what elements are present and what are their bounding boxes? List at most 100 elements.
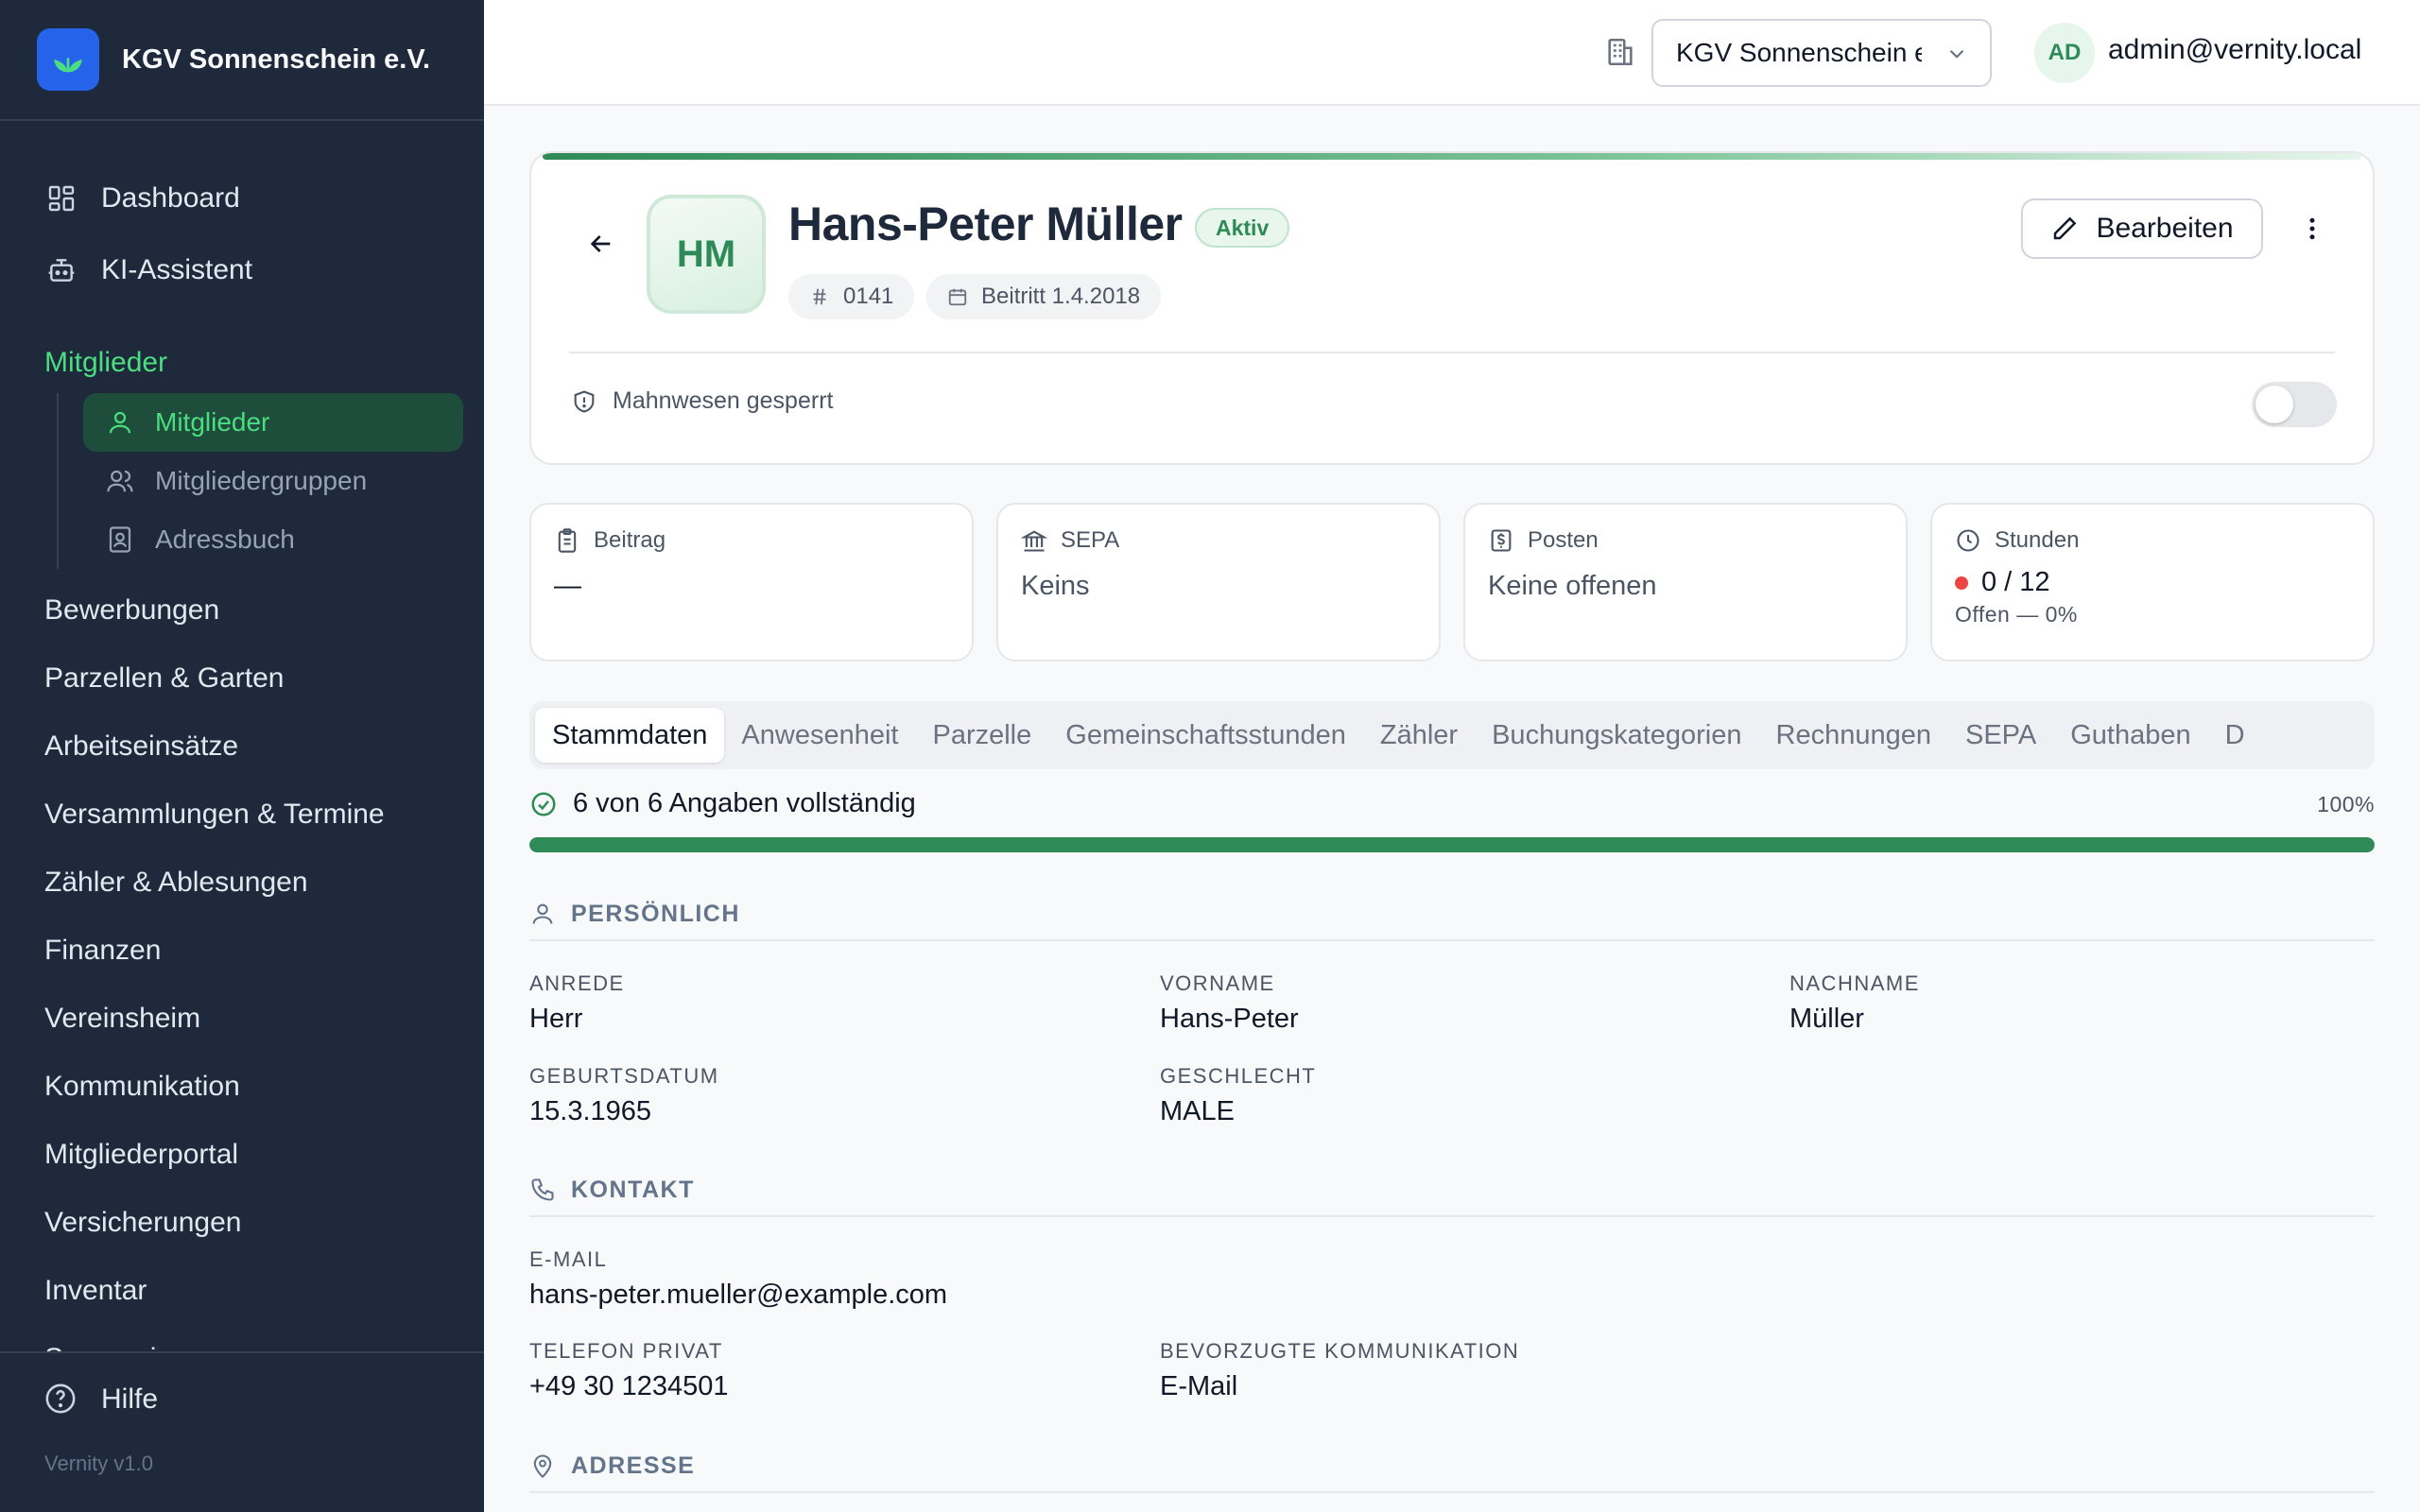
more-options-button[interactable] <box>2288 204 2337 253</box>
users-icon <box>104 465 136 497</box>
help-circle-icon <box>44 1383 78 1417</box>
completion-progress-bar <box>529 837 2375 852</box>
sidebar-item-inventar[interactable]: Inventar <box>0 1257 484 1325</box>
user-email[interactable]: admin@vernity.local <box>2108 34 2361 66</box>
card-divider <box>569 352 2335 353</box>
user-icon <box>104 406 136 438</box>
tab-overflow[interactable]: D <box>2208 708 2262 763</box>
field-label: E-MAIL <box>529 1247 608 1271</box>
dunning-label: Mahnwesen gesperrt <box>613 387 834 414</box>
brand: KGV Sonnenschein e.V. <box>0 0 484 121</box>
section-address-header: ADRESSE <box>529 1446 2375 1493</box>
edit-button[interactable]: Bearbeiten <box>2021 198 2263 259</box>
member-profile-card: HM Hans-Peter Müller Aktiv 0141 Beitritt… <box>529 151 2375 465</box>
stat-subtext: Offen — 0% <box>1955 602 2078 627</box>
field-value: 15.3.1965 <box>529 1096 652 1126</box>
field-label: BEVORZUGTE KOMMUNIKATION <box>1160 1339 1520 1363</box>
joined-date: Beitritt 1.4.2018 <box>981 284 1141 309</box>
tab-buchungskategorien[interactable]: Buchungskategorien <box>1475 708 1758 763</box>
organization-select-value: KGV Sonnenschein e.V. <box>1676 38 1922 67</box>
help-label: Hilfe <box>101 1383 159 1415</box>
sidebar-item-versicherungen[interactable]: Versicherungen <box>0 1189 484 1257</box>
clipboard-icon <box>554 527 580 554</box>
sidebar-group-mitglieder[interactable]: Mitglieder <box>0 333 484 393</box>
shield-icon <box>571 388 597 415</box>
sidebar-list: Bewerbungen Parzellen & Garten Arbeitsei… <box>0 569 484 1351</box>
stat-value: — <box>554 571 581 601</box>
sidebar-item-bewerbungen[interactable]: Bewerbungen <box>0 576 484 644</box>
field-bevorzugte-kommunikation: BEVORZUGTE KOMMUNIKATION E-Mail <box>1160 1339 1519 1402</box>
stat-title: Posten <box>1528 527 1599 553</box>
dunning-toggle[interactable] <box>2252 382 2337 427</box>
field-nachname: NACHNAME Müller <box>1789 971 1920 1035</box>
completion-percent: 100% <box>2317 792 2375 816</box>
section-contact-header: KONTAKT <box>529 1170 2375 1217</box>
tab-anwesenheit[interactable]: Anwesenheit <box>724 708 915 763</box>
sidebar-item-label: Dashboard <box>101 182 240 214</box>
sidebar-item-label: KI-Assistent <box>101 254 253 285</box>
stat-card-beitrag[interactable]: Beitrag — <box>529 503 974 662</box>
tab-stammdaten[interactable]: Stammdaten <box>535 708 725 763</box>
sidebar-item-mitglieder[interactable]: Mitglieder <box>83 393 463 452</box>
tab-guthaben[interactable]: Guthaben <box>2053 708 2207 763</box>
joined-chip: Beitritt 1.4.2018 <box>926 274 1162 319</box>
stat-card-sepa[interactable]: SEPA Keins <box>996 503 1441 662</box>
sidebar-item-kommunikation[interactable]: Kommunikation <box>0 1053 484 1121</box>
field-label: NACHNAME <box>1789 971 1920 995</box>
sidebar-item-ki-assistent[interactable]: KI-Assistent <box>0 234 484 306</box>
field-value[interactable]: +49 30 1234501 <box>529 1371 728 1402</box>
tab-rechnungen[interactable]: Rechnungen <box>1759 708 1948 763</box>
app-version: Vernity v1.0 <box>44 1452 153 1475</box>
section-title: PERSÖNLICH <box>571 900 740 927</box>
field-value: E-Mail <box>1160 1371 1238 1401</box>
status-dot-red <box>1955 576 1968 591</box>
sidebar-item-parzellen[interactable]: Parzellen & Garten <box>0 644 484 713</box>
tab-gemeinschaftsstunden[interactable]: Gemeinschaftsstunden <box>1048 708 1363 763</box>
sidebar-item-mitgliederportal[interactable]: Mitgliederportal <box>0 1121 484 1189</box>
building-icon <box>1604 36 1638 70</box>
sidebar-item-sponsoring[interactable]: Sponsoring <box>0 1325 484 1351</box>
user-avatar[interactable]: AD <box>2034 23 2095 83</box>
tab-parzelle[interactable]: Parzelle <box>915 708 1048 763</box>
sidebar-item-zaehler[interactable]: Zähler & Ablesungen <box>0 849 484 917</box>
help-link[interactable]: Hilfe <box>0 1359 484 1440</box>
tab-zaehler[interactable]: Zähler <box>1363 708 1475 763</box>
field-label: ANREDE <box>529 971 625 995</box>
pencil-icon <box>2050 215 2079 243</box>
sidebar-item-dashboard[interactable]: Dashboard <box>0 163 484 234</box>
sidebar-item-arbeitseinsaetze[interactable]: Arbeitseinsätze <box>0 713 484 781</box>
sidebar-item-vereinsheim[interactable]: Vereinsheim <box>0 985 484 1053</box>
clock-icon <box>1955 527 1981 554</box>
organization-select[interactable]: KGV Sonnenschein e.V. <box>1651 19 1992 87</box>
dunning-lock-row: Mahnwesen gesperrt <box>571 387 833 415</box>
edit-button-label: Bearbeiten <box>2096 213 2234 244</box>
sidebar-item-finanzen[interactable]: Finanzen <box>0 917 484 985</box>
sidebar-item-label: Mitgliedergruppen <box>155 466 368 495</box>
stat-card-stunden[interactable]: Stunden 0 / 12 Offen — 0% <box>1930 503 2375 662</box>
sidebar-item-adressbuch[interactable]: Adressbuch <box>83 510 463 569</box>
sidebar-item-versammlungen[interactable]: Versammlungen & Termine <box>0 781 484 849</box>
tab-sepa[interactable]: SEPA <box>1948 708 2053 763</box>
field-telefon-privat: TELEFON PRIVAT +49 30 1234501 <box>529 1339 728 1402</box>
completion-progress-fill <box>529 837 2375 852</box>
field-label: TELEFON PRIVAT <box>529 1339 723 1363</box>
field-geburtsdatum: GEBURTSDATUM 15.3.1965 <box>529 1064 719 1127</box>
more-vertical-icon <box>2309 217 2315 240</box>
stat-value: Keine offenen <box>1488 571 1657 601</box>
main-content: HM Hans-Peter Müller Aktiv 0141 Beitritt… <box>529 151 2375 1493</box>
field-value[interactable]: hans-peter.mueller@example.com <box>529 1280 947 1311</box>
sidebar-footer: Hilfe Vernity v1.0 <box>0 1351 484 1512</box>
stat-card-posten[interactable]: Posten Keine offenen <box>1463 503 1908 662</box>
back-button[interactable] <box>579 221 624 266</box>
field-vorname: VORNAME Hans-Peter <box>1160 971 1299 1035</box>
sidebar-item-label: Mitglieder <box>155 407 270 437</box>
stat-title: Stunden <box>1995 527 2080 553</box>
sidebar-nav[interactable]: Dashboard KI-Assistent Mitglieder Mitgli… <box>0 121 484 1351</box>
sidebar-item-mitgliedergruppen[interactable]: Mitgliedergruppen <box>83 452 463 510</box>
member-number-chip: 0141 <box>788 274 915 319</box>
calendar-icon <box>947 286 968 307</box>
field-value: MALE <box>1160 1096 1235 1126</box>
section-title: ADRESSE <box>571 1452 696 1479</box>
brand-name: KGV Sonnenschein e.V. <box>122 43 431 75</box>
member-number: 0141 <box>843 284 894 309</box>
